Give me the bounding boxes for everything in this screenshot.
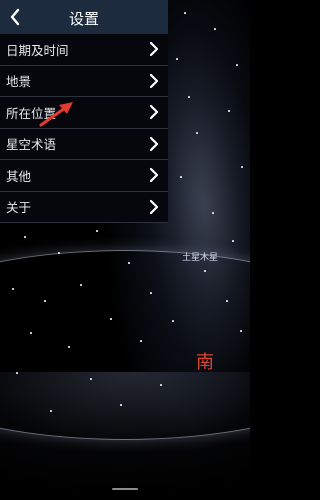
menu-item-landscape[interactable]: 地景: [0, 66, 168, 97]
star: [160, 384, 162, 386]
star: [16, 372, 18, 374]
menu-item-label: 日期及时间: [6, 42, 69, 58]
menu-item-label: 关于: [6, 200, 32, 216]
menu-item-about[interactable]: 关于: [0, 192, 168, 223]
menu-item-label: 其他: [6, 168, 32, 184]
chevron-right-icon: [146, 103, 162, 121]
star: [214, 28, 216, 30]
star: [50, 410, 52, 412]
star: [172, 320, 174, 322]
star: [228, 110, 230, 112]
star: [232, 240, 234, 242]
star: [110, 318, 112, 320]
annotation-arrow-icon: [39, 102, 73, 127]
star: [184, 12, 186, 14]
settings-menu: 日期及时间 地景 所在位置 星空术语 其他 关于: [0, 34, 168, 223]
settings-panel: 设置 日期及时间 地景 所在位置 星空术语 其他 关于: [0, 0, 168, 223]
page-title: 设置: [68, 10, 99, 28]
horizon-line: [0, 250, 250, 440]
star: [180, 176, 182, 178]
star: [196, 132, 198, 134]
star: [150, 292, 152, 294]
star: [140, 340, 142, 342]
star: [90, 378, 92, 380]
star: [236, 64, 238, 66]
star: [241, 166, 243, 168]
menu-item-other[interactable]: 其他: [0, 160, 168, 192]
chevron-right-icon: [146, 40, 162, 58]
star: [226, 300, 228, 302]
star: [80, 284, 82, 286]
star: [96, 230, 98, 232]
menu-item-label: 地景: [6, 74, 32, 90]
chevron-right-icon: [146, 198, 162, 216]
star: [176, 58, 178, 60]
star: [30, 332, 32, 334]
star: [120, 404, 122, 406]
planet-label[interactable]: 土星木星: [182, 250, 218, 263]
star: [58, 252, 60, 254]
settings-header: 设置: [0, 0, 168, 34]
direction-label-south: 南: [196, 352, 214, 373]
star: [68, 346, 70, 348]
chevron-right-icon: [146, 72, 162, 90]
menu-item-date-time[interactable]: 日期及时间: [0, 34, 168, 66]
star: [188, 96, 190, 98]
menu-item-location[interactable]: 所在位置: [0, 97, 168, 129]
star: [24, 236, 26, 238]
star: [212, 212, 214, 214]
chevron-right-icon: [146, 166, 162, 184]
star: [128, 262, 130, 264]
gesture-nav-bar[interactable]: [112, 488, 138, 490]
star: [240, 330, 242, 332]
menu-item-label: 星空术语: [6, 137, 57, 153]
menu-item-sky-terms[interactable]: 星空术语: [0, 129, 168, 160]
chevron-right-icon: [146, 135, 162, 153]
star: [44, 300, 46, 302]
star: [204, 270, 206, 272]
star: [12, 288, 14, 290]
